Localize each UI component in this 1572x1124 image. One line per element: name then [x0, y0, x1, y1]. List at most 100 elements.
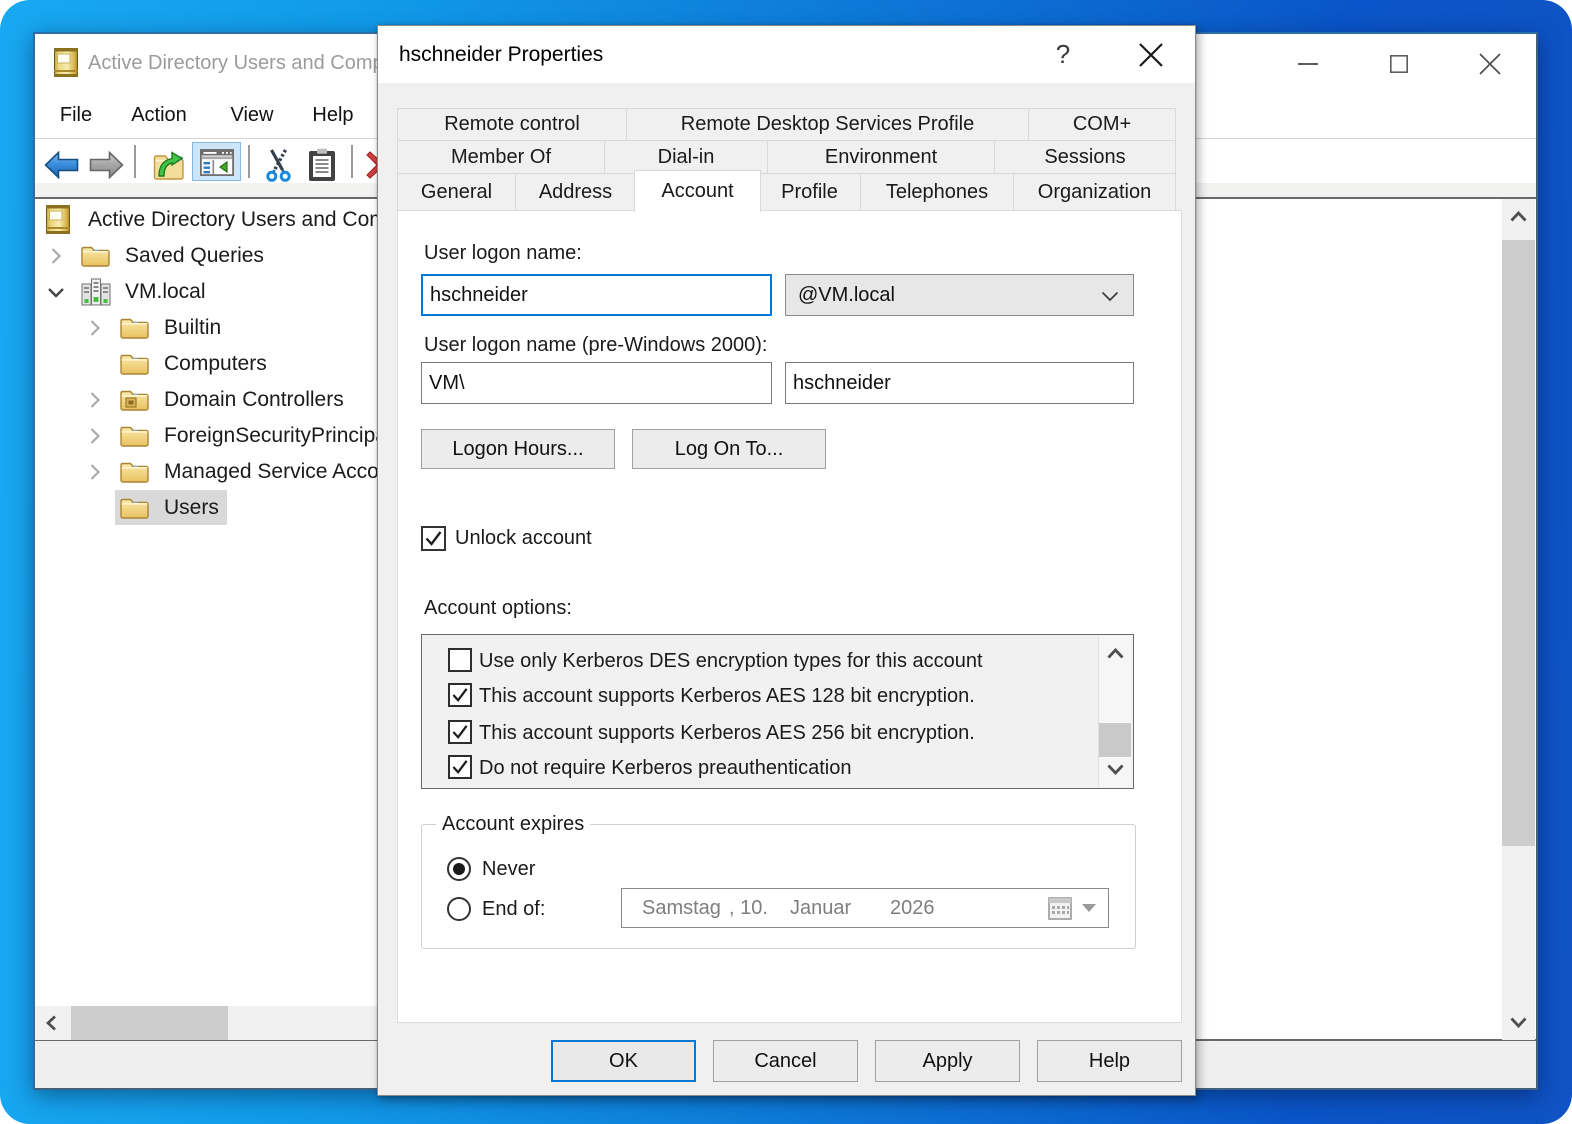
tab-row-3: General Address Profile Telephones Organ… — [397, 173, 1176, 211]
folder-icon — [120, 354, 149, 375]
hscroll-thumb[interactable] — [71, 1006, 228, 1040]
tab-row-2: Member Of Dial-in Environment Sessions — [397, 140, 1176, 174]
vscroll-thumb[interactable] — [1502, 240, 1535, 846]
option-label: Do not require Kerberos preauthenticatio… — [479, 757, 852, 779]
properties-dialog: hschneider Properties ? Remote control R… — [377, 25, 1196, 1096]
chevron-right-icon[interactable] — [90, 428, 100, 444]
tab-remote-control[interactable]: Remote control — [397, 108, 627, 141]
never-radio[interactable] — [447, 857, 471, 881]
chevron-right-icon[interactable] — [51, 248, 61, 264]
account-expires-label: Account expires — [436, 813, 591, 836]
unlock-account-checkbox[interactable] — [421, 526, 446, 551]
tree-item-label: Builtin — [164, 316, 222, 339]
chevron-right-icon[interactable] — [90, 320, 100, 336]
help-button[interactable]: Help — [1037, 1040, 1182, 1082]
option-checkbox[interactable] — [448, 720, 472, 744]
tree-item-label: Computers — [164, 352, 267, 375]
desktop: Active Directory Users and Computers Fil… — [0, 0, 1572, 1124]
scroll-down-icon[interactable] — [1107, 764, 1124, 775]
scroll-down-button[interactable] — [1502, 1005, 1535, 1040]
domain-suffix-select[interactable]: @VM.local — [785, 274, 1134, 316]
dialog-title: hschneider Properties — [399, 43, 604, 66]
cancel-button[interactable]: Cancel — [713, 1040, 858, 1082]
paste-icon[interactable] — [307, 148, 337, 182]
chevron-down-icon[interactable] — [48, 287, 64, 298]
tab-member-of[interactable]: Member Of — [397, 140, 605, 174]
aduc-root-icon — [46, 205, 70, 234]
tab-organization[interactable]: Organization — [1013, 173, 1176, 211]
expiry-date-picker[interactable]: Samstag , 10. Januar 2026 — [621, 888, 1109, 928]
menu-help[interactable]: Help — [304, 93, 362, 138]
option-checkbox[interactable] — [448, 755, 472, 779]
tab-sessions[interactable]: Sessions — [994, 140, 1176, 174]
chevron-right-icon[interactable] — [90, 392, 100, 408]
apply-button[interactable]: Apply — [875, 1040, 1020, 1082]
pre2000-domain-input[interactable]: VM\ — [421, 362, 772, 404]
log-on-to-button[interactable]: Log On To... — [632, 429, 826, 469]
toolbar-separator — [134, 145, 136, 178]
logon-hours-button[interactable]: Logon Hours... — [421, 429, 615, 469]
date-year: 2026 — [890, 897, 935, 919]
option-des-encryption[interactable]: Use only Kerberos DES encryption types f… — [422, 643, 1133, 679]
end-of-radio[interactable] — [447, 897, 471, 921]
user-logon-name-value: hschneider — [430, 283, 528, 306]
date-day: , 10. — [729, 897, 768, 919]
option-aes128[interactable]: This account supports Kerberos AES 128 b… — [422, 678, 1133, 714]
date-month: Januar — [790, 897, 852, 919]
menu-action[interactable]: Action — [117, 93, 201, 138]
option-no-preauth[interactable]: Do not require Kerberos preauthenticatio… — [422, 750, 1133, 786]
dialog-close-button[interactable] — [1138, 42, 1164, 68]
up-level-icon[interactable] — [153, 151, 185, 181]
tab-rds-profile[interactable]: Remote Desktop Services Profile — [626, 108, 1029, 141]
tab-account-active[interactable]: Account — [634, 170, 761, 212]
pre2000-domain-value: VM\ — [429, 371, 465, 394]
date-weekday: Samstag — [642, 897, 721, 919]
menu-file[interactable]: File — [53, 93, 99, 138]
tab-profile[interactable]: Profile — [758, 173, 861, 211]
folder-icon — [120, 426, 149, 447]
listbox-scrollbar[interactable] — [1098, 636, 1131, 787]
minimize-button[interactable] — [1276, 34, 1340, 93]
folder-icon — [81, 246, 110, 267]
maximize-button[interactable] — [1367, 34, 1431, 93]
tab-general[interactable]: General — [397, 173, 516, 211]
option-aes256[interactable]: This account supports Kerberos AES 256 b… — [422, 715, 1133, 751]
back-icon[interactable] — [44, 151, 79, 179]
console-tree-toggle-button[interactable] — [192, 142, 241, 181]
scroll-up-button[interactable] — [1502, 199, 1535, 234]
tree-item-label: Domain Controllers — [164, 388, 344, 411]
date-dropdown-icon[interactable] — [1080, 903, 1098, 913]
tab-environment[interactable]: Environment — [767, 140, 995, 174]
forward-icon[interactable] — [89, 151, 124, 179]
console-tree-icon — [200, 149, 234, 176]
never-label: Never — [482, 858, 536, 880]
tab-dial-in[interactable]: Dial-in — [604, 140, 768, 174]
listbox-scroll-thumb[interactable] — [1099, 723, 1131, 757]
scroll-up-icon[interactable] — [1107, 648, 1124, 659]
chevron-right-icon[interactable] — [90, 464, 100, 480]
tab-telephones[interactable]: Telephones — [860, 173, 1014, 211]
tab-address[interactable]: Address — [515, 173, 636, 211]
list-vertical-scrollbar[interactable] — [1502, 199, 1535, 1040]
folder-icon — [120, 498, 149, 519]
dialog-help-button[interactable]: ? — [1042, 26, 1084, 83]
option-checkbox[interactable] — [448, 683, 472, 707]
domain-icon — [81, 278, 111, 306]
account-options-label: Account options: — [424, 597, 572, 619]
tab-com-plus[interactable]: COM+ — [1028, 108, 1176, 141]
scroll-left-button[interactable] — [35, 1006, 69, 1040]
ok-button[interactable]: OK — [551, 1040, 696, 1082]
account-options-listbox[interactable]: Use only Kerberos DES encryption types f… — [421, 634, 1134, 789]
pre2000-name-input[interactable]: hschneider — [785, 362, 1134, 404]
cut-icon[interactable] — [265, 148, 293, 182]
combo-chevron-icon — [1101, 291, 1119, 302]
user-logon-name-label: User logon name: — [424, 242, 582, 264]
pre2000-label: User logon name (pre-Windows 2000): — [424, 334, 768, 356]
domain-suffix-value: @VM.local — [798, 283, 895, 306]
scroll-down-icon — [1510, 1017, 1527, 1028]
option-checkbox[interactable] — [448, 648, 472, 672]
user-logon-name-input[interactable]: hschneider — [421, 274, 772, 316]
close-button[interactable] — [1458, 34, 1522, 93]
folder-icon — [120, 318, 149, 339]
menu-view[interactable]: View — [221, 93, 283, 138]
